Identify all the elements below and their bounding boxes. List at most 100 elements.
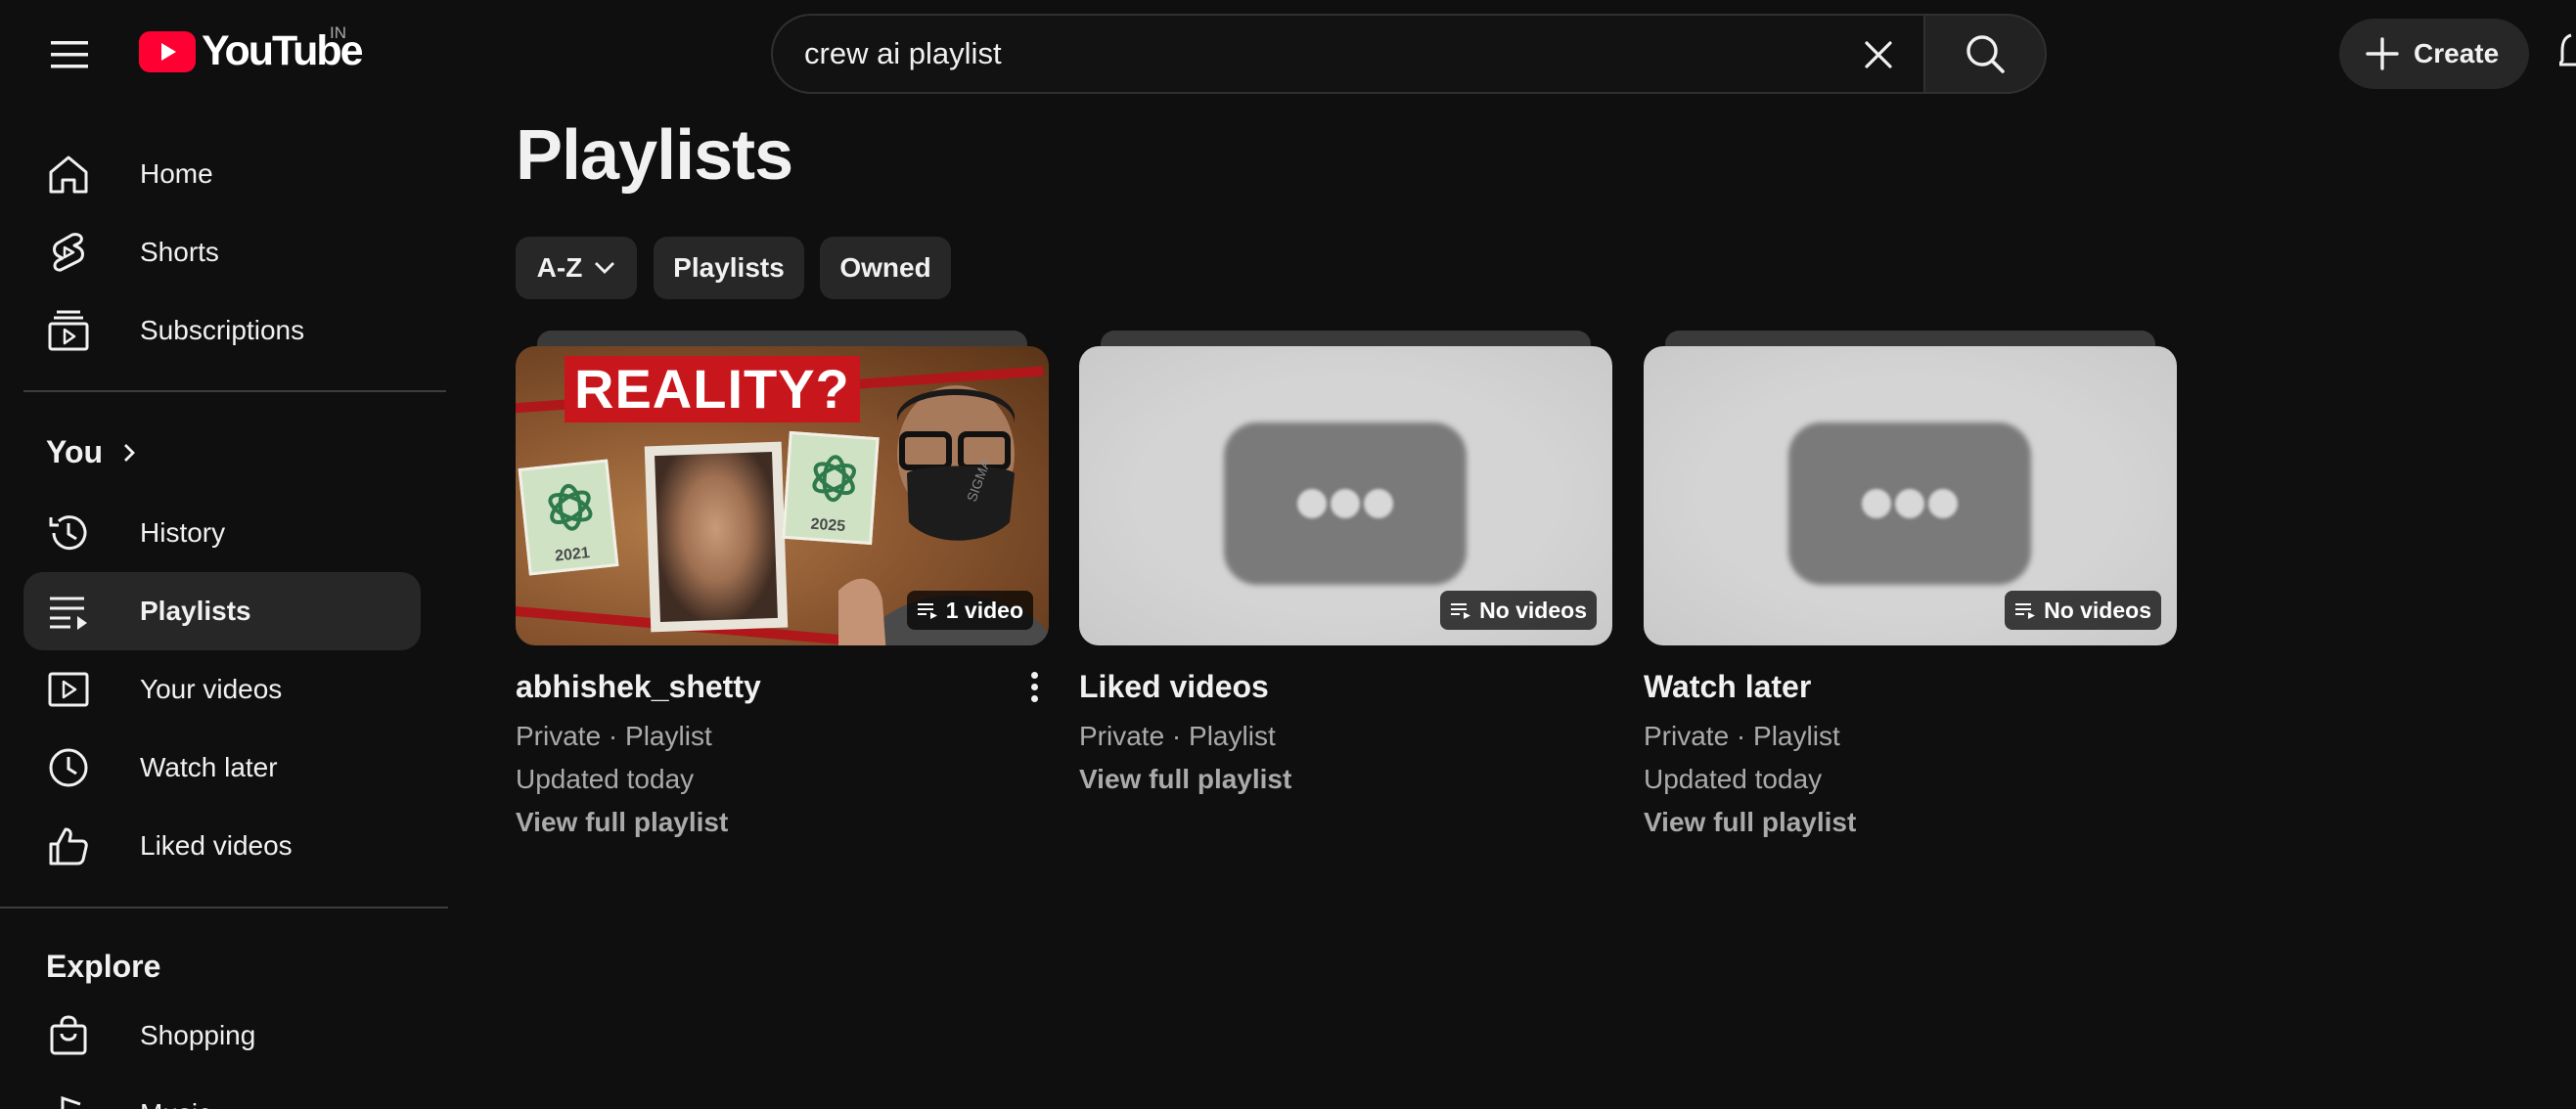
sidebar-item-home[interactable]: Home bbox=[23, 135, 421, 213]
history-icon bbox=[45, 510, 92, 556]
sticky-note: 2021 bbox=[518, 459, 619, 576]
sidebar-item-label: Shorts bbox=[140, 237, 219, 267]
playlist-title[interactable]: Liked videos bbox=[1079, 669, 1612, 705]
search-input[interactable] bbox=[804, 36, 1783, 71]
sidebar-item-subscriptions[interactable]: Subscriptions bbox=[23, 291, 421, 370]
openai-logo-icon bbox=[548, 483, 593, 531]
shorts-icon bbox=[45, 229, 92, 276]
create-label: Create bbox=[2414, 38, 2500, 68]
page-title: Playlists bbox=[516, 116, 793, 195]
playlist-title[interactable]: abhishek_shetty bbox=[516, 669, 1049, 705]
placeholder-dot bbox=[1862, 489, 1891, 518]
top-bar: YouTube IN Create bbox=[0, 0, 2576, 108]
sort-chip-az[interactable]: A-Z bbox=[516, 237, 637, 299]
playlist-privacy: Private · Playlist bbox=[1079, 721, 1276, 751]
playlist-title[interactable]: Watch later bbox=[1644, 669, 2177, 705]
sidebar-item-shopping[interactable]: Shopping bbox=[23, 997, 421, 1075]
sidebar-item-watch-later[interactable]: Watch later bbox=[23, 729, 421, 807]
placeholder-dot bbox=[1331, 489, 1360, 518]
playlist-small-icon bbox=[1451, 603, 1471, 619]
playlists-icon bbox=[45, 588, 92, 635]
playlist-stack-edge bbox=[537, 331, 1027, 346]
filter-chip-owned[interactable]: Owned bbox=[820, 237, 951, 299]
playlist-stack-edge bbox=[1101, 331, 1591, 346]
sidebar-item-label: Your videos bbox=[140, 674, 283, 704]
video-count-badge: No videos bbox=[2005, 591, 2161, 630]
search-icon bbox=[1966, 35, 2005, 73]
portrait-face bbox=[655, 451, 778, 623]
sidebar-item-label: Playlists bbox=[140, 596, 251, 626]
video-count-badge: 1 video bbox=[906, 591, 1033, 630]
playlist-updated: Updated today bbox=[516, 764, 695, 794]
playlist-meta: Private · Playlist Updated today View fu… bbox=[1644, 715, 2177, 844]
placeholder-dot bbox=[1297, 489, 1327, 518]
portrait-photo bbox=[644, 441, 789, 633]
sidebar-item-shorts[interactable]: Shorts bbox=[23, 213, 421, 291]
filter-chip-playlists[interactable]: Playlists bbox=[654, 237, 804, 299]
menu-icon[interactable] bbox=[39, 24, 100, 85]
sidebar-item-label: Home bbox=[140, 158, 213, 189]
sidebar-item-label: Subscriptions bbox=[140, 315, 305, 345]
playlist-privacy: Private · Playlist bbox=[516, 721, 712, 751]
sidebar-item-label: Music bbox=[140, 1098, 211, 1109]
note-year: 2021 bbox=[554, 544, 591, 565]
view-full-playlist-link[interactable]: View full playlist bbox=[1079, 758, 1612, 801]
chip-label: Playlists bbox=[673, 252, 785, 283]
youtube-logo[interactable]: YouTube bbox=[139, 27, 364, 75]
create-button[interactable]: Create bbox=[2339, 19, 2529, 89]
playlist-thumbnail[interactable]: No videos bbox=[1079, 331, 1612, 645]
you-section-title[interactable]: You bbox=[46, 434, 136, 470]
badge-label: 1 video bbox=[945, 597, 1023, 623]
sidebar-item-music[interactable]: Music bbox=[23, 1075, 421, 1109]
chevron-down-icon bbox=[595, 262, 615, 274]
playlist-privacy: Private · Playlist bbox=[1644, 721, 1840, 751]
playlist-thumbnail[interactable]: No videos bbox=[1644, 331, 2177, 645]
badge-label: No videos bbox=[2044, 597, 2151, 623]
shopping-bag-icon bbox=[45, 1012, 92, 1059]
thumbnail-headline: REALITY? bbox=[565, 356, 860, 422]
subscriptions-icon bbox=[45, 307, 92, 354]
notifications-bell-icon[interactable] bbox=[2556, 31, 2576, 79]
sidebar-divider bbox=[0, 907, 448, 909]
you-section-label: You bbox=[46, 434, 104, 469]
chevron-right-icon bbox=[124, 443, 136, 462]
youtube-play-logo-icon bbox=[139, 30, 196, 72]
sidebar-item-label: Liked videos bbox=[140, 830, 293, 861]
clear-search-icon[interactable] bbox=[1851, 27, 1906, 82]
search-button[interactable] bbox=[1923, 14, 2047, 94]
badge-label: No videos bbox=[1479, 597, 1587, 623]
watch-later-icon bbox=[45, 744, 92, 791]
your-videos-icon bbox=[45, 666, 92, 713]
playlist-meta: Private · Playlist Updated today View fu… bbox=[516, 715, 1049, 844]
sidebar-item-your-videos[interactable]: Your videos bbox=[23, 650, 421, 729]
placeholder-dot bbox=[1928, 489, 1958, 518]
playlist-thumbnail[interactable]: 2021 2025 SIGMA REALITY? 1 video bbox=[516, 331, 1049, 645]
sidebar: Home Shorts Subscriptions You History Pl… bbox=[0, 108, 450, 1109]
sidebar-item-liked-videos[interactable]: Liked videos bbox=[23, 807, 421, 885]
placeholder-dot bbox=[1895, 489, 1924, 518]
playlist-small-icon bbox=[2015, 603, 2036, 619]
view-full-playlist-link[interactable]: View full playlist bbox=[516, 801, 1049, 844]
playlist-card: No videos Watch later Private · Playlist… bbox=[1644, 331, 2177, 844]
chip-label: A-Z bbox=[536, 252, 583, 283]
playlist-small-icon bbox=[917, 603, 937, 619]
sidebar-item-label: Shopping bbox=[140, 1020, 256, 1050]
explore-section-title: Explore bbox=[46, 949, 160, 985]
home-icon bbox=[45, 151, 92, 198]
chip-label: Owned bbox=[839, 252, 931, 283]
playlist-updated: Updated today bbox=[1644, 764, 1823, 794]
video-count-badge: No videos bbox=[1440, 591, 1597, 630]
sidebar-divider bbox=[23, 390, 446, 392]
explore-section-label: Explore bbox=[46, 949, 161, 984]
thumbs-up-icon bbox=[45, 822, 92, 869]
sidebar-item-label: History bbox=[140, 517, 226, 548]
playlist-meta: Private · Playlist View full playlist bbox=[1079, 715, 1612, 801]
sidebar-item-playlists[interactable]: Playlists bbox=[23, 572, 421, 650]
view-full-playlist-link[interactable]: View full playlist bbox=[1644, 801, 2177, 844]
music-note-icon bbox=[45, 1090, 92, 1109]
sidebar-item-label: Watch later bbox=[140, 752, 278, 782]
placeholder-dot bbox=[1364, 489, 1393, 518]
country-code: IN bbox=[330, 23, 346, 42]
sidebar-item-history[interactable]: History bbox=[23, 494, 421, 572]
more-options-icon[interactable] bbox=[1019, 667, 1049, 706]
